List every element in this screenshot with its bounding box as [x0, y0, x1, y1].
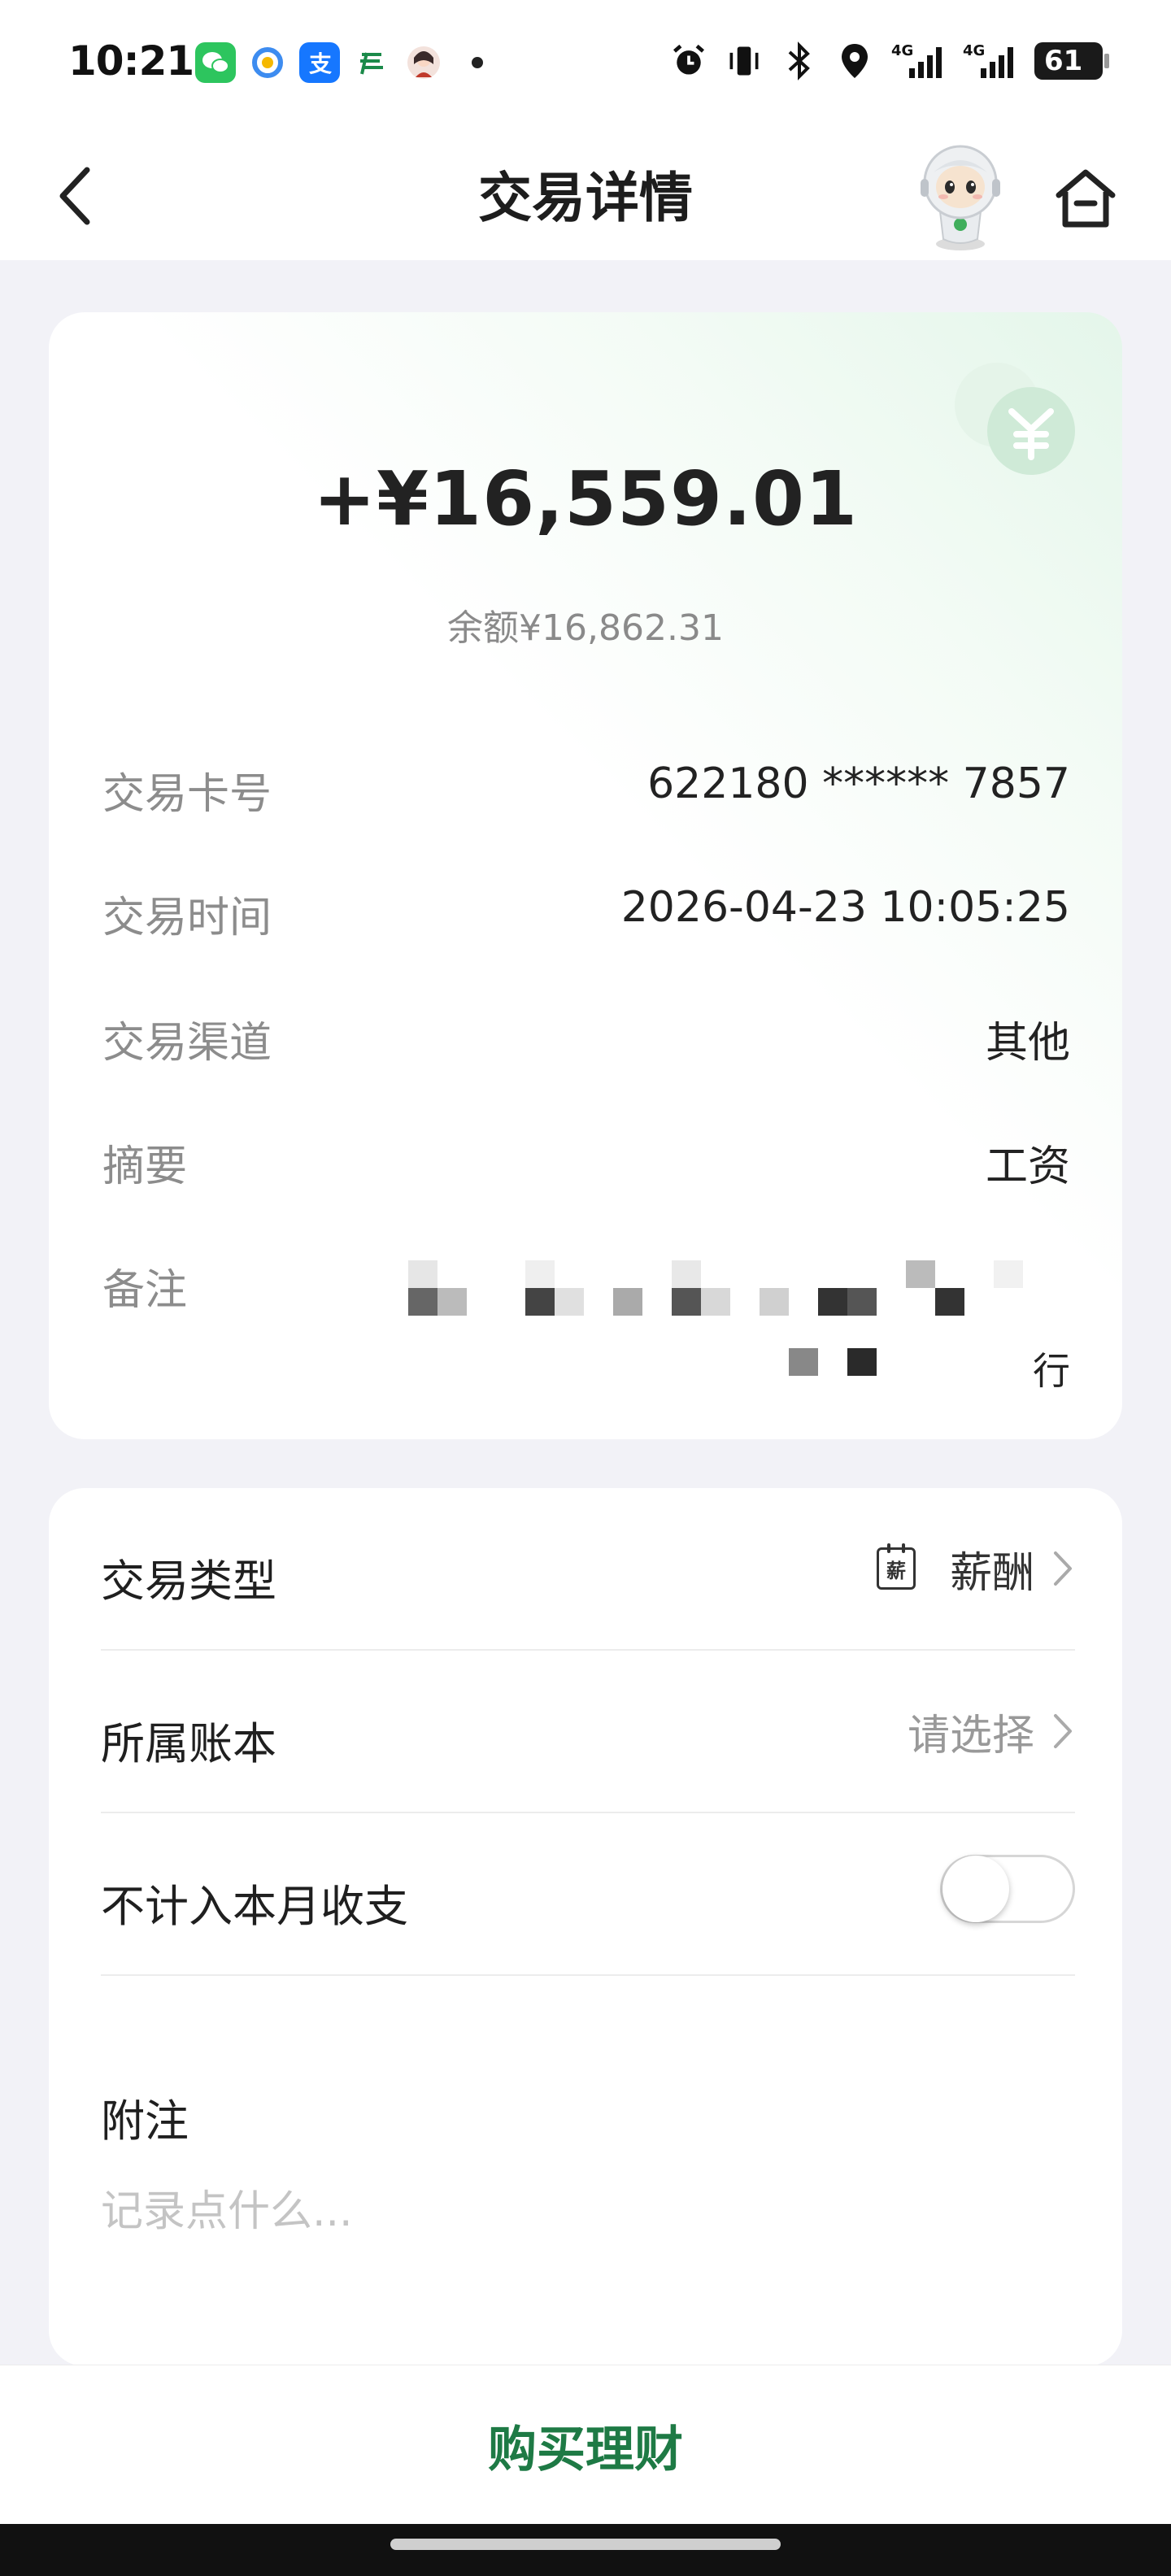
post-bank-icon: [351, 42, 392, 83]
wechat-icon: [195, 42, 236, 83]
vibrate-icon: [725, 41, 763, 81]
chevron-right-icon: [1051, 1711, 1075, 1751]
detail-label: 交易卡号: [102, 770, 272, 819]
app-header: 交易详情: [0, 130, 1171, 260]
transaction-type-row[interactable]: 交易类型 薪 薪酬: [101, 1488, 1075, 1651]
qq-browser-icon: [247, 42, 288, 83]
signal-2-icon: 4G: [963, 41, 1016, 81]
setting-label: 不计入本月收支: [101, 1881, 408, 1932]
bottom-action-bar: 购买理财: [0, 2365, 1171, 2524]
card-number-value: 622180 ****** 7857: [647, 759, 1070, 808]
avatar-icon: [403, 42, 444, 83]
setting-label: 所属账本: [101, 1718, 276, 1769]
chevron-right-icon: [1051, 1548, 1075, 1589]
transaction-type-selector[interactable]: 薪 薪酬: [876, 1540, 1075, 1598]
salary-icon-text: 薪: [886, 1559, 906, 1582]
alarm-icon: [670, 41, 707, 81]
remark-tail-text: 行: [1033, 1349, 1070, 1393]
transaction-time-value: 2026-04-23 10:05:25: [620, 883, 1070, 932]
exclude-from-monthly-toggle[interactable]: [940, 1855, 1075, 1923]
detail-label: 摘要: [102, 1142, 188, 1191]
detail-row-card-number: 交易卡号 622180 ****** 7857: [102, 759, 1070, 825]
battery-indicator: 61: [1034, 42, 1109, 80]
svg-text:支: 支: [309, 50, 332, 76]
status-bar: 10:21 支 4G 4G 61: [0, 0, 1171, 130]
account-book-selector[interactable]: 请选择: [908, 1703, 1075, 1760]
system-nav-bar: [0, 2524, 1171, 2576]
detail-row-remark: 备注: [102, 1255, 1070, 1321]
alipay-icon: 支: [299, 42, 340, 83]
assistant-mascot-icon[interactable]: [909, 140, 1012, 254]
screen: 10:21 支 4G 4G 61 交易详情 +¥16,559.01 余额¥16,…: [0, 0, 1171, 2576]
salary-calendar-icon: 薪: [876, 1543, 916, 1590]
location-icon: [836, 41, 873, 81]
buy-wealth-management-button[interactable]: 购买理财: [0, 2365, 1171, 2525]
bluetooth-icon: [781, 41, 818, 81]
svg-text:4G: 4G: [963, 42, 985, 59]
detail-row-summary: 摘要 工资: [102, 1132, 1070, 1197]
account-balance: 余额¥16,862.31: [447, 607, 724, 649]
note-input[interactable]: [101, 2163, 1069, 2261]
detail-label: 交易时间: [102, 894, 272, 942]
note-label: 附注: [101, 2095, 189, 2147]
account-book-value: 请选择: [907, 1711, 1034, 1760]
home-icon: [1056, 169, 1116, 228]
detail-label: 交易渠道: [102, 1019, 272, 1068]
summary-value: 工资: [985, 1142, 1070, 1191]
setting-label: 交易类型: [101, 1556, 276, 1607]
exclude-toggle-wrapper: [940, 1855, 1075, 1923]
detail-label: 备注: [102, 1266, 188, 1315]
more-notifications-dot: [472, 57, 483, 68]
transaction-summary-card: +¥16,559.01 余额¥16,862.31 交易卡号 622180 ***…: [49, 312, 1122, 1439]
transaction-amount: +¥16,559.01: [312, 455, 859, 542]
account-book-row[interactable]: 所属账本 请选择: [101, 1651, 1075, 1813]
transaction-type-value: 薪酬: [949, 1548, 1034, 1598]
signal-1-icon: 4G: [891, 41, 945, 81]
system-icons: 4G 4G 61: [670, 41, 1109, 81]
svg-text:4G: 4G: [891, 42, 913, 59]
home-gesture-handle[interactable]: [390, 2539, 781, 2550]
channel-value: 其他: [985, 1019, 1070, 1068]
home-button[interactable]: [1049, 163, 1122, 236]
battery-level: 61: [1044, 45, 1083, 77]
status-time: 10:21: [68, 37, 194, 85]
notification-icons: 支: [195, 42, 483, 83]
detail-row-time: 交易时间 2026-04-23 10:05:25: [102, 883, 1070, 948]
detail-row-channel: 交易渠道 其他: [102, 1008, 1070, 1073]
transaction-settings-card: 交易类型 薪 薪酬 所属账本 请选择 不计入本月收支 附注 记录点什么...: [49, 1488, 1122, 2366]
exclude-from-monthly-row: 不计入本月收支: [101, 1813, 1075, 1976]
toggle-knob: [942, 1856, 1009, 1922]
